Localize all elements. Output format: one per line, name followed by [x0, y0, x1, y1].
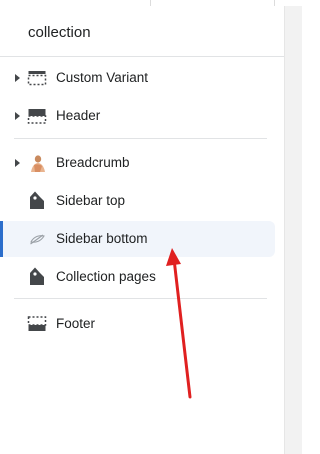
sections-panel: collection Custom Variant Header Breadcr… [0, 6, 284, 454]
section-item-label: Collection pages [56, 269, 156, 284]
section-item-label: Sidebar top [56, 193, 126, 208]
section-item-label: Header [56, 108, 101, 123]
breadcrumb-image-icon [31, 155, 45, 172]
section-dashed-icon [27, 71, 47, 86]
section-item-custom-variant[interactable]: Custom Variant [0, 60, 275, 96]
section-item-header[interactable]: Header [0, 98, 275, 134]
section-item-label: Breadcrumb [56, 155, 130, 170]
tag-icon [30, 267, 44, 285]
section-item-label: Sidebar bottom [56, 231, 148, 246]
section-item-sidebar-top[interactable]: Sidebar top [0, 183, 275, 219]
scrollbar-track[interactable] [284, 6, 302, 454]
header-layout-icon [27, 109, 47, 124]
eye-off-icon [30, 234, 45, 245]
panel-title: collection [28, 24, 91, 41]
expand-caret-icon[interactable] [15, 159, 20, 167]
group-divider [14, 298, 267, 299]
section-item-sidebar-bottom[interactable]: Sidebar bottom [0, 221, 275, 257]
title-divider [0, 56, 284, 57]
section-item-collection-pages[interactable]: Collection pages [0, 259, 275, 295]
section-item-label: Custom Variant [56, 70, 149, 85]
selected-indicator [0, 221, 3, 257]
theme-editor-sidebar: collection Custom Variant Header Breadcr… [0, 0, 302, 454]
tag-icon [30, 191, 44, 209]
section-item-breadcrumb[interactable]: Breadcrumb [0, 145, 275, 181]
expand-caret-icon[interactable] [15, 74, 20, 82]
expand-caret-icon[interactable] [15, 112, 20, 120]
group-divider [14, 138, 267, 139]
footer-layout-icon [27, 316, 47, 331]
section-item-footer[interactable]: Footer [0, 306, 275, 342]
section-item-label: Footer [56, 316, 96, 331]
